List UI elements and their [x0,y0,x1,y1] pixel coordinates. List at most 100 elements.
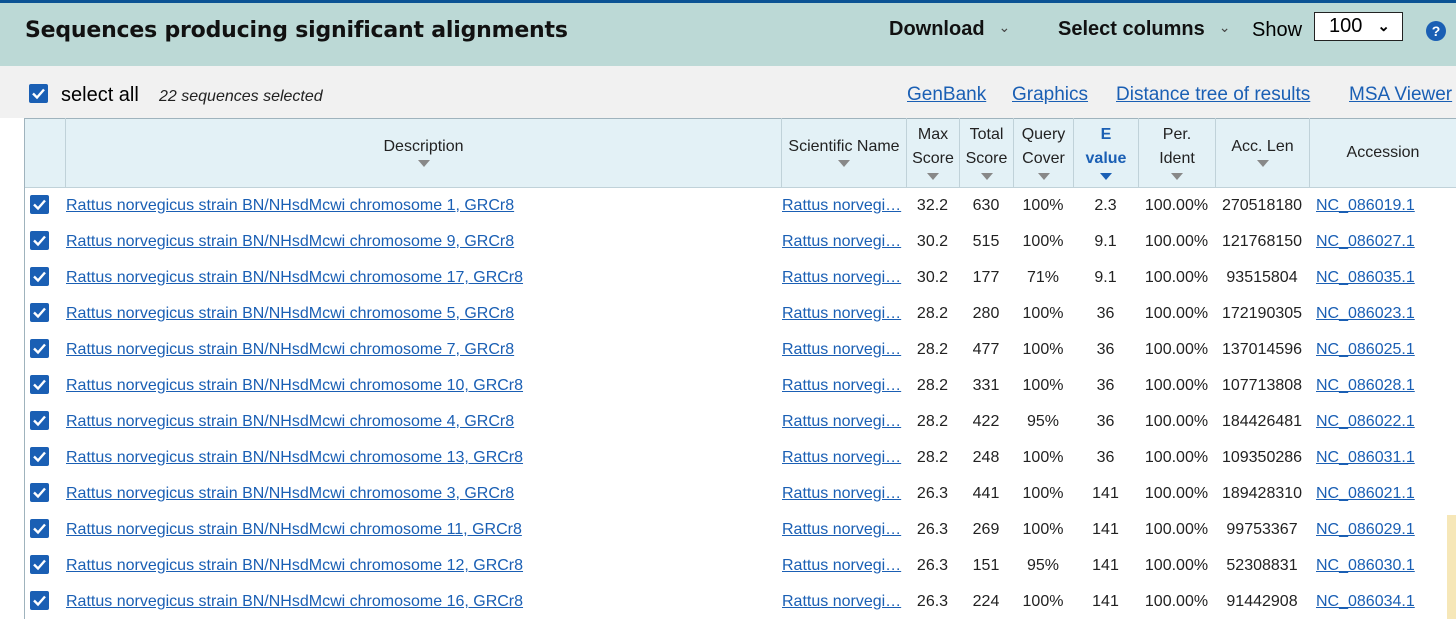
table-row: Rattus norvegicus strain BN/NHsdMcwi chr… [25,260,1456,296]
chevron-down-icon: ⌄ [998,19,1011,35]
max-score-cell: 28.2 [916,449,949,466]
table-row: Rattus norvegicus strain BN/NHsdMcwi chr… [25,332,1456,368]
scientific-name-link[interactable]: Rattus norvegi… [782,377,901,395]
select-all-checkbox[interactable] [29,84,48,103]
sort-icon [1256,160,1269,167]
scientific-name-link[interactable]: Rattus norvegi… [782,341,901,359]
row-checkbox[interactable] [30,339,49,358]
column-label: E [1100,126,1112,143]
accession-link[interactable]: NC_086022.1 [1316,413,1415,431]
table-row: Rattus norvegicus strain BN/NHsdMcwi chr… [25,368,1456,404]
max-score-cell: 28.2 [916,377,949,394]
accession-link[interactable]: NC_086023.1 [1316,305,1415,323]
accession-link[interactable]: NC_086028.1 [1316,377,1415,395]
max-score-cell: 26.3 [916,521,949,538]
distance-tree-link[interactable]: Distance tree of results [1116,84,1310,106]
scientific-name-link[interactable]: Rattus norvegi… [782,557,901,575]
column-label: Per. [1162,126,1192,143]
description-link[interactable]: Rattus norvegicus strain BN/NHsdMcwi chr… [66,593,523,611]
column-header-query-cover[interactable]: Query Cover [1013,118,1073,188]
scientific-name-link[interactable]: Rattus norvegi… [782,269,901,287]
accession-link[interactable]: NC_086030.1 [1316,557,1415,575]
description-link[interactable]: Rattus norvegicus strain BN/NHsdMcwi chr… [66,449,523,467]
description-link[interactable]: Rattus norvegicus strain BN/NHsdMcwi chr… [66,197,514,215]
checkmark-icon [33,487,46,499]
section-title: Sequences producing significant alignmen… [25,18,568,43]
row-checkbox[interactable] [30,231,49,250]
download-dropdown[interactable]: Download ⌄ [889,18,1010,41]
accession-link[interactable]: NC_086029.1 [1316,521,1415,539]
checkmark-icon [33,379,46,391]
column-label: Scientific Name [788,138,900,155]
row-checkbox[interactable] [30,519,49,538]
column-header-per-ident[interactable]: Per. Ident [1138,118,1215,188]
column-header-accession[interactable]: Accession [1309,118,1456,188]
help-icon[interactable]: ? [1426,21,1446,41]
select-columns-dropdown[interactable]: Select columns ⌄ [1058,18,1230,41]
description-link[interactable]: Rattus norvegicus strain BN/NHsdMcwi chr… [66,233,514,251]
table-row: Rattus norvegicus strain BN/NHsdMcwi chr… [25,440,1456,476]
table-row: Rattus norvegicus strain BN/NHsdMcwi chr… [25,548,1456,584]
row-checkbox[interactable] [30,195,49,214]
scientific-name-link[interactable]: Rattus norvegi… [782,413,901,431]
sort-icon [1037,173,1050,180]
scientific-name-link[interactable]: Rattus norvegi… [782,449,901,467]
column-header-acc-len[interactable]: Acc. Len [1215,118,1309,188]
table-row: Rattus norvegicus strain BN/NHsdMcwi chr… [25,476,1456,512]
accession-link[interactable]: NC_086021.1 [1316,485,1415,503]
scientific-name-link[interactable]: Rattus norvegi… [782,305,901,323]
column-header-description[interactable]: Description [65,118,781,188]
scientific-name-link[interactable]: Rattus norvegi… [782,593,901,611]
column-label: Description [383,138,464,155]
total-score-cell: 422 [972,413,1000,430]
accession-link[interactable]: NC_086034.1 [1316,593,1415,611]
description-link[interactable]: Rattus norvegicus strain BN/NHsdMcwi chr… [66,341,514,359]
row-checkbox[interactable] [30,447,49,466]
row-checkbox[interactable] [30,267,49,286]
row-checkbox[interactable] [30,483,49,502]
scrollbar-thumb[interactable] [1447,515,1456,619]
genbank-link[interactable]: GenBank [907,84,986,106]
row-checkbox[interactable] [30,591,49,610]
scientific-name-link[interactable]: Rattus norvegi… [782,233,901,251]
graphics-link[interactable]: Graphics [1012,84,1088,106]
accession-link[interactable]: NC_086027.1 [1316,233,1415,251]
description-link[interactable]: Rattus norvegicus strain BN/NHsdMcwi chr… [66,485,514,503]
description-link[interactable]: Rattus norvegicus strain BN/NHsdMcwi chr… [66,377,523,395]
query-cover-cell: 100% [1022,233,1064,250]
column-header-max-score[interactable]: Max Score [906,118,959,188]
table-row: Rattus norvegicus strain BN/NHsdMcwi chr… [25,224,1456,260]
description-link[interactable]: Rattus norvegicus strain BN/NHsdMcwi chr… [66,269,523,287]
row-checkbox[interactable] [30,411,49,430]
selected-count: 22 sequences selected [159,88,323,105]
checkmark-icon [33,307,46,319]
max-score-cell: 32.2 [916,197,949,214]
column-header-e-value[interactable]: E value [1073,118,1138,188]
row-checkbox[interactable] [30,555,49,574]
total-score-cell: 280 [972,305,1000,322]
column-header-scientific-name[interactable]: Scientific Name [781,118,906,188]
description-link[interactable]: Rattus norvegicus strain BN/NHsdMcwi chr… [66,557,523,575]
accession-link[interactable]: NC_086035.1 [1316,269,1415,287]
checkmark-icon [33,343,46,355]
accession-link[interactable]: NC_086025.1 [1316,341,1415,359]
accession-link[interactable]: NC_086031.1 [1316,449,1415,467]
scientific-name-link[interactable]: Rattus norvegi… [782,197,901,215]
scientific-name-link[interactable]: Rattus norvegi… [782,521,901,539]
description-link[interactable]: Rattus norvegicus strain BN/NHsdMcwi chr… [66,305,514,323]
row-checkbox[interactable] [30,303,49,322]
row-checkbox[interactable] [30,375,49,394]
scientific-name-link[interactable]: Rattus norvegi… [782,485,901,503]
acc-len-cell: 189428310 [1221,485,1303,502]
msa-viewer-link[interactable]: MSA Viewer [1349,84,1452,106]
description-link[interactable]: Rattus norvegicus strain BN/NHsdMcwi chr… [66,521,522,539]
column-label: Cover [1022,150,1065,167]
show-count-select[interactable]: 100 ⌄ [1314,12,1403,41]
description-link[interactable]: Rattus norvegicus strain BN/NHsdMcwi chr… [66,413,514,431]
column-label: Score [965,150,1008,167]
accession-link[interactable]: NC_086019.1 [1316,197,1415,215]
column-header-total-score[interactable]: Total Score [959,118,1013,188]
acc-len-cell: 121768150 [1221,233,1303,250]
sort-icon [927,173,939,180]
query-cover-cell: 100% [1022,593,1064,610]
